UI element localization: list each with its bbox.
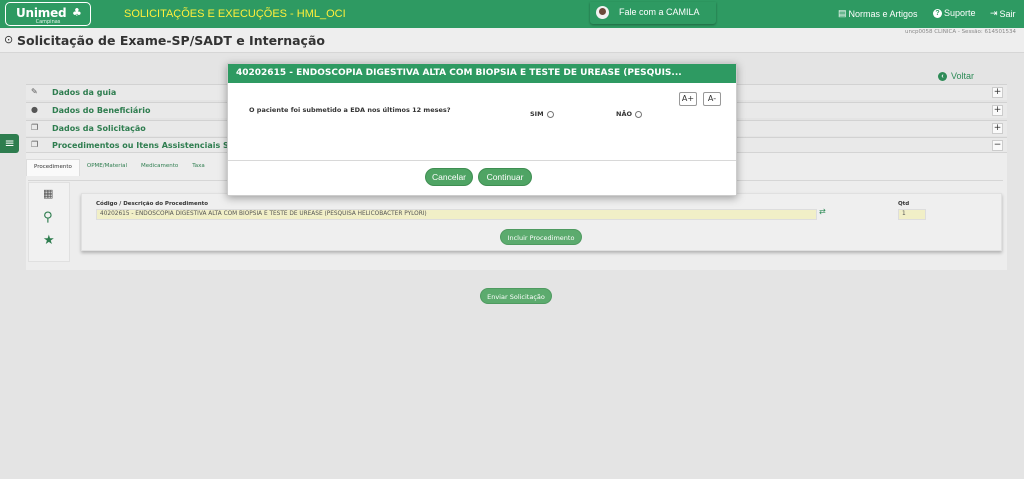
option-sim-label: SIM <box>530 110 544 118</box>
logo-mark-icon: ♣ <box>72 6 82 19</box>
suporte-link[interactable]: ? Suporte <box>933 8 976 18</box>
help-icon: ? <box>933 8 942 18</box>
question-text: O paciente foi submetido a EDA nos últim… <box>249 106 451 114</box>
font-decrease-button[interactable]: A- <box>703 92 721 106</box>
normas-label: Normas e Artigos <box>848 8 918 19</box>
cancel-button[interactable]: Cancelar <box>425 168 473 186</box>
session-info: uncp0058 CLINICA - Sessão: 614501534 <box>904 29 1016 35</box>
sair-label: Sair <box>999 8 1016 19</box>
option-sim[interactable]: SIM <box>530 110 554 118</box>
chat-label: Fale com a CAMILA <box>619 7 700 17</box>
play-circle-icon: ⊙ <box>4 33 14 46</box>
continue-button[interactable]: Continuar <box>478 168 532 186</box>
logo-subtitle: Campinas <box>35 19 61 25</box>
top-bar: Unimed ♣ Campinas SOLICITAÇÕES E EXECUÇÕ… <box>0 0 1024 28</box>
sub-header: ⊙ Solicitação de Exame-SP/SADT e Interna… <box>0 28 1024 53</box>
unimed-logo[interactable]: Unimed ♣ Campinas <box>5 2 91 26</box>
page-title: Solicitação de Exame-SP/SADT e Internaçã… <box>17 33 325 48</box>
modal-divider <box>228 160 736 161</box>
font-increase-button[interactable]: A+ <box>679 92 697 106</box>
logo-text: Unimed <box>16 6 67 20</box>
radio-sim[interactable] <box>546 110 554 118</box>
suporte-label: Suporte <box>944 8 976 18</box>
normas-link[interactable]: ▤ Normas e Artigos <box>838 8 918 19</box>
modal-title: 40202615 - ENDOSCOPIA DIGESTIVA ALTA COM… <box>228 64 736 83</box>
radio-nao[interactable] <box>635 110 642 118</box>
question-modal: 40202615 - ENDOSCOPIA DIGESTIVA ALTA COM… <box>227 63 737 196</box>
chat-button[interactable]: Fale com a CAMILA <box>590 2 716 24</box>
option-nao[interactable]: NÃO <box>616 110 642 118</box>
sair-link[interactable]: ⇥ Sair <box>990 8 1016 19</box>
app-title: SOLICITAÇÕES E EXECUÇÕES - HML_OCI <box>124 8 346 20</box>
assistant-avatar <box>596 6 609 19</box>
logout-icon: ⇥ <box>990 8 998 18</box>
option-nao-label: NÃO <box>616 110 632 118</box>
book-icon: ▤ <box>838 8 847 18</box>
